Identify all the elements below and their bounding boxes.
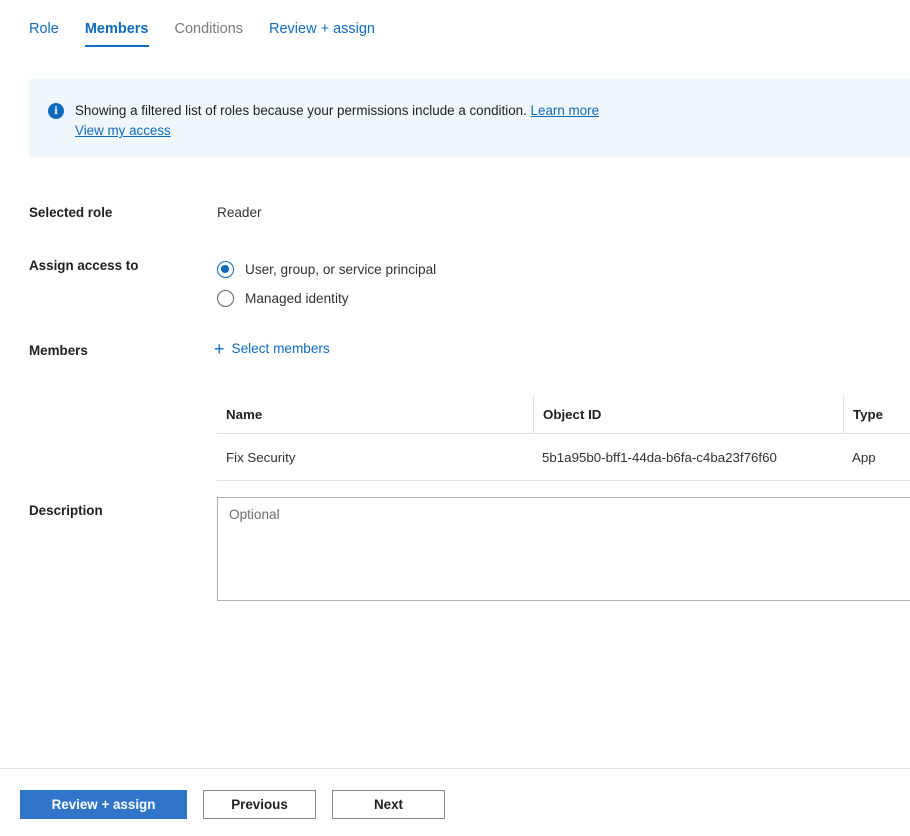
column-header-object-id: Object ID [533,396,843,433]
cell-name: Fix Security [226,449,296,465]
footer-separator [0,768,910,769]
review-assign-button[interactable]: Review + assign [20,790,187,819]
info-icon: i [48,103,64,119]
table-header-row: Name Object ID Type [217,396,910,434]
tab-review-assign[interactable]: Review + assign [256,20,388,47]
select-members-button[interactable]: + Select members [214,338,330,359]
plus-icon: + [214,338,225,359]
selected-role-label: Selected role [29,205,113,220]
select-members-label: Select members [231,341,330,356]
radio-label-managed-identity: Managed identity [245,291,349,306]
members-label: Members [29,343,88,358]
assign-access-radio-group: User, group, or service principal Manage… [217,255,436,313]
table-row[interactable]: Fix Security 5b1a95b0-bff1-44da-b6fa-c4b… [217,434,910,481]
members-table: Name Object ID Type Fix Security 5b1a95b… [217,396,910,481]
wizard-footer: Review + assign Previous Next [20,790,445,819]
learn-more-link[interactable]: Learn more [531,103,599,118]
column-header-type: Type [843,396,910,433]
selected-role-value: Reader [217,205,262,220]
view-my-access-link[interactable]: View my access [75,121,599,141]
previous-button[interactable]: Previous [203,790,316,819]
tab-conditions[interactable]: Conditions [162,20,257,47]
next-button[interactable]: Next [332,790,445,819]
info-banner-message: Showing a filtered list of roles because… [75,103,527,118]
info-banner-text: Showing a filtered list of roles because… [75,101,599,157]
cell-type: App [852,449,876,465]
wizard-tabstrip: Role Members Conditions Review + assign [0,0,910,58]
cell-object-id: 5b1a95b0-bff1-44da-b6fa-c4ba23f76f60 [542,449,777,465]
radio-label-user-group-service-principal: User, group, or service principal [245,262,437,277]
column-header-name: Name [226,407,263,422]
assign-access-label: Assign access to [29,258,139,273]
radio-managed-identity[interactable]: Managed identity [217,284,436,313]
radio-mark-selected-icon [217,261,234,278]
radio-user-group-service-principal[interactable]: User, group, or service principal [217,255,436,284]
tab-role[interactable]: Role [29,20,72,47]
tab-members[interactable]: Members [72,20,162,47]
description-input[interactable] [217,497,910,601]
info-banner: i Showing a filtered list of roles becau… [29,79,910,157]
description-label: Description [29,503,103,518]
radio-mark-unselected-icon [217,290,234,307]
